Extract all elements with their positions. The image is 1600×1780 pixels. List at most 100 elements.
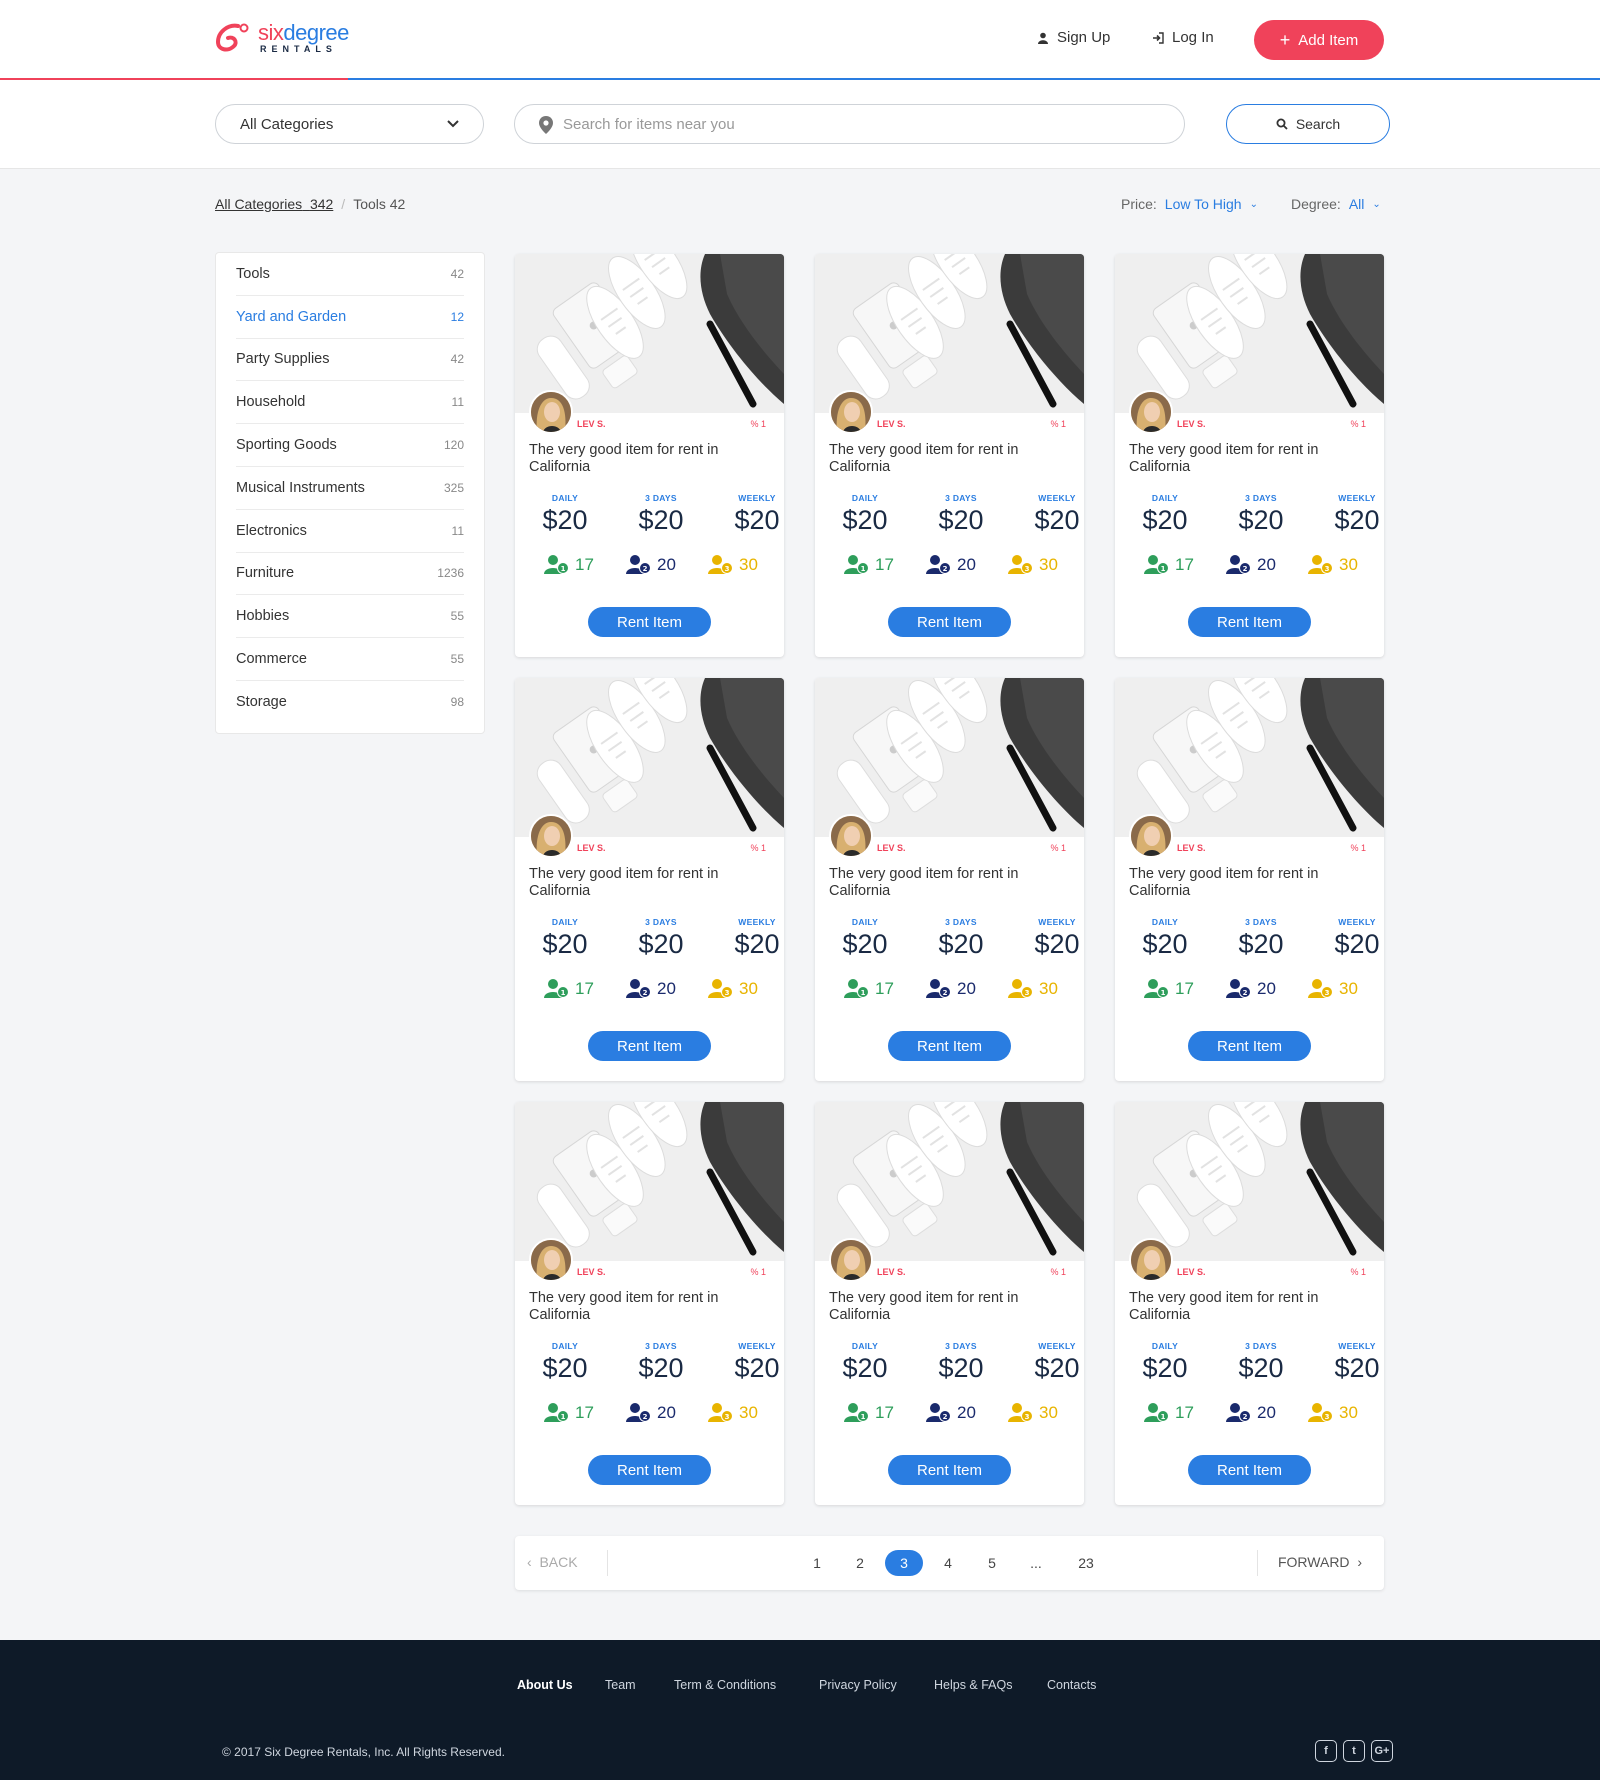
sidebar-item[interactable]: Hobbies 55 bbox=[236, 595, 464, 639]
avatar[interactable] bbox=[829, 390, 873, 434]
footer-link[interactable]: Team bbox=[605, 1678, 636, 1692]
page-number[interactable]: 2 bbox=[841, 1550, 879, 1576]
twitter-icon[interactable]: t bbox=[1343, 1740, 1365, 1762]
degree-3-person-icon: 3 bbox=[708, 555, 733, 574]
degree-count-value: 17 bbox=[875, 1403, 894, 1422]
search-bar: All Categories Search for items near you… bbox=[0, 80, 1600, 169]
svg-text:3: 3 bbox=[1025, 565, 1030, 573]
item-title[interactable]: The very good item for rent in Californi… bbox=[829, 866, 1069, 900]
product-image-wrapper[interactable] bbox=[815, 1102, 1084, 1261]
rent-item-button[interactable]: Rent Item bbox=[1188, 607, 1311, 637]
price-label: DAILY bbox=[1151, 493, 1179, 503]
degree-2-person-icon: 2 bbox=[1226, 555, 1251, 574]
price-sort[interactable]: Price: Low To High ⌄ bbox=[1121, 196, 1258, 212]
sidebar-item[interactable]: Furniture 1236 bbox=[236, 553, 464, 596]
pagination-back[interactable]: ‹ BACK bbox=[527, 1554, 578, 1570]
sidebar-item[interactable]: Commerce 55 bbox=[236, 638, 464, 681]
degree-badge: % 1 bbox=[1050, 1267, 1066, 1277]
logo[interactable]: sixdegree RENTALS bbox=[214, 20, 354, 56]
avatar[interactable] bbox=[1129, 814, 1173, 858]
degree-badge: % 1 bbox=[1050, 843, 1066, 853]
product-image-wrapper[interactable] bbox=[515, 1102, 784, 1261]
avatar[interactable] bbox=[529, 390, 573, 434]
svg-text:3: 3 bbox=[1025, 989, 1030, 997]
login-link[interactable]: Log In bbox=[1152, 29, 1214, 46]
product-image-wrapper[interactable] bbox=[1115, 1102, 1384, 1261]
add-item-button[interactable]: + Add Item bbox=[1254, 20, 1384, 60]
product-image-wrapper[interactable] bbox=[1115, 678, 1384, 837]
search-input[interactable]: Search for items near you bbox=[514, 104, 1185, 144]
sidebar-item[interactable]: Electronics 11 bbox=[236, 510, 464, 553]
facebook-icon[interactable]: f bbox=[1315, 1740, 1337, 1762]
footer-link[interactable]: Helps & FAQs bbox=[934, 1678, 1013, 1692]
degree-2-person-icon: 2 bbox=[926, 1403, 951, 1422]
item-title[interactable]: The very good item for rent in Californi… bbox=[529, 442, 769, 476]
footer-link[interactable]: Privacy Policy bbox=[819, 1678, 897, 1692]
footer-link[interactable]: About Us bbox=[517, 1678, 573, 1692]
sidebar-item[interactable]: Yard and Garden 12 bbox=[236, 296, 464, 339]
degree-filter[interactable]: Degree: All ⌄ bbox=[1291, 196, 1381, 212]
sidebar-item[interactable]: Storage 98 bbox=[236, 681, 464, 724]
sidebar-item[interactable]: Musical Instruments 325 bbox=[236, 467, 464, 510]
page-number[interactable]: 1 bbox=[798, 1550, 836, 1576]
product-image-wrapper[interactable] bbox=[1115, 254, 1384, 413]
product-image-wrapper[interactable] bbox=[515, 678, 784, 837]
rent-item-button[interactable]: Rent Item bbox=[888, 1455, 1011, 1485]
item-title[interactable]: The very good item for rent in Californi… bbox=[829, 1290, 1069, 1324]
avatar[interactable] bbox=[529, 814, 573, 858]
signup-link[interactable]: Sign Up bbox=[1037, 29, 1110, 46]
avatar[interactable] bbox=[1129, 390, 1173, 434]
item-title[interactable]: The very good item for rent in Californi… bbox=[529, 1290, 769, 1324]
category-select[interactable]: All Categories bbox=[215, 104, 484, 144]
degree-count: 2 20 bbox=[1225, 554, 1276, 576]
page-number[interactable]: 5 bbox=[973, 1550, 1011, 1576]
product-image-wrapper[interactable] bbox=[515, 254, 784, 413]
item-title[interactable]: The very good item for rent in Californi… bbox=[1129, 866, 1369, 900]
item-title[interactable]: The very good item for rent in Californi… bbox=[1129, 1290, 1369, 1324]
pagination-forward[interactable]: FORWARD › bbox=[1278, 1554, 1362, 1570]
footer-link[interactable]: Term & Conditions bbox=[674, 1678, 776, 1692]
price-label: WEEKLY bbox=[1038, 917, 1076, 927]
sidebar-item[interactable]: Party Supplies 42 bbox=[236, 339, 464, 382]
product-image-wrapper[interactable] bbox=[815, 678, 1084, 837]
page-number[interactable]: 4 bbox=[929, 1550, 967, 1576]
avatar[interactable] bbox=[1129, 1238, 1173, 1282]
item-title[interactable]: The very good item for rent in Californi… bbox=[1129, 442, 1369, 476]
page-number[interactable]: 23 bbox=[1067, 1550, 1105, 1576]
pagination-divider bbox=[1257, 1550, 1258, 1576]
rent-item-button[interactable]: Rent Item bbox=[1188, 1031, 1311, 1061]
pagination: ‹ BACK FORWARD › 1 2 3 4 5... 23 bbox=[515, 1536, 1384, 1590]
degree-count: 1 17 bbox=[543, 554, 594, 576]
product-image-wrapper[interactable] bbox=[815, 254, 1084, 413]
rent-item-button[interactable]: Rent Item bbox=[888, 607, 1011, 637]
price-value: $20 bbox=[734, 505, 780, 535]
footer-link[interactable]: Contacts bbox=[1047, 1678, 1096, 1692]
page-number[interactable]: 3 bbox=[885, 1550, 923, 1576]
sidebar-item[interactable]: Household 11 bbox=[236, 381, 464, 425]
sidebar-item[interactable]: Tools 42 bbox=[236, 253, 464, 296]
degree-count: 3 30 bbox=[1007, 1402, 1058, 1424]
price-column: DAILY $20 bbox=[525, 917, 605, 960]
avatar[interactable] bbox=[529, 1238, 573, 1282]
sidebar-item[interactable]: Sporting Goods 120 bbox=[236, 424, 464, 467]
price-label: 3 DAYS bbox=[645, 493, 677, 503]
rent-item-button[interactable]: Rent Item bbox=[1188, 1455, 1311, 1485]
item-title[interactable]: The very good item for rent in Californi… bbox=[529, 866, 769, 900]
avatar[interactable] bbox=[829, 1238, 873, 1282]
breadcrumb-all-categories[interactable]: All Categories 342 bbox=[215, 196, 333, 212]
avatar[interactable] bbox=[829, 814, 873, 858]
degree-count-value: 20 bbox=[657, 979, 676, 998]
rent-item-button[interactable]: Rent Item bbox=[588, 1455, 711, 1485]
sidebar-item-count: 55 bbox=[450, 652, 464, 667]
avatar-photo bbox=[831, 816, 871, 856]
avatar-photo bbox=[531, 1240, 571, 1280]
item-title[interactable]: The very good item for rent in Californi… bbox=[829, 442, 1069, 476]
google-plus-icon[interactable]: G+ bbox=[1371, 1740, 1393, 1762]
rent-item-button[interactable]: Rent Item bbox=[588, 607, 711, 637]
degree-count: 1 17 bbox=[1143, 1402, 1194, 1424]
degree-count: 1 17 bbox=[1143, 554, 1194, 576]
price-value: $20 bbox=[542, 929, 588, 959]
rent-item-button[interactable]: Rent Item bbox=[588, 1031, 711, 1061]
search-button[interactable]: Search bbox=[1226, 104, 1390, 144]
rent-item-button[interactable]: Rent Item bbox=[888, 1031, 1011, 1061]
